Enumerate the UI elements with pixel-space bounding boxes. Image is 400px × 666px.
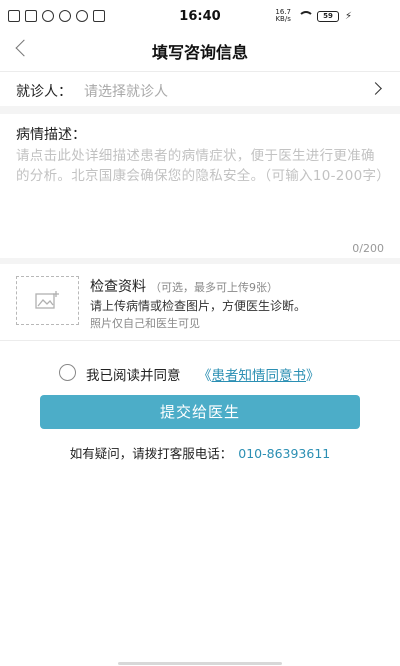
upload-privacy-note: 照片仅自己和医生可见 <box>90 317 200 330</box>
section-separator <box>0 106 400 114</box>
network-speed: 16.7 KB/s <box>275 9 291 23</box>
consent-form-link-text: 患者知情同意书 <box>211 368 307 384</box>
battery-icon: 59 <box>316 10 339 22</box>
nav-header: 填写咨询信息 <box>0 32 400 68</box>
description-input[interactable]: 请点击此处详细描述患者的病情症状，便于医生进行更准确的分析。北京国康会确保您的隐… <box>16 146 390 186</box>
network-speed-unit: KB/s <box>275 15 291 23</box>
header-divider <box>0 71 400 72</box>
submit-button[interactable]: 提交给医生 <box>40 395 360 429</box>
character-counter: 0/200 <box>352 242 384 255</box>
patient-placeholder: 请选择就诊人 <box>84 84 168 100</box>
image-add-icon <box>35 291 59 309</box>
section-divider <box>0 340 400 341</box>
wifi-icon <box>297 11 314 21</box>
consent-form-link[interactable]: 《患者知情同意书》 <box>198 364 320 384</box>
upload-hint: （可选，最多可上传9张） <box>150 281 278 294</box>
charging-icon: ⚡ <box>344 10 352 22</box>
upload-image-button[interactable] <box>16 276 79 325</box>
hotline-number[interactable]: 010-86393611 <box>238 446 330 461</box>
description-label: 病情描述： <box>16 127 86 143</box>
patient-label: 就诊人： <box>16 84 72 100</box>
page-title: 填写咨询信息 <box>151 43 248 62</box>
section-separator <box>0 258 400 264</box>
upload-subtitle: 请上传病情或检查图片，方便医生诊断。 <box>90 299 307 313</box>
home-indicator[interactable] <box>118 662 282 665</box>
link-bracket-open: 《 <box>198 368 212 384</box>
hotline-row: 如有疑问，请拨打客服电话： 010-86393611 <box>0 443 400 462</box>
chevron-right-icon <box>369 82 382 95</box>
patient-selector[interactable]: 就诊人： 请选择就诊人 <box>0 74 400 104</box>
hotline-text: 如有疑问，请拨打客服电话： <box>69 446 233 461</box>
upload-title-text: 检查资料 <box>90 279 146 295</box>
system-icons: 16.7 KB/s 59 ⚡ <box>275 9 352 23</box>
link-bracket-close: 》 <box>306 368 320 384</box>
upload-title: 检查资料 （可选，最多可上传9张） <box>90 276 278 296</box>
agreement-text: 我已阅读并同意 <box>86 368 181 384</box>
agreement-checkbox[interactable] <box>59 364 76 381</box>
status-bar: 16:40 16.7 KB/s 59 ⚡ <box>0 0 400 32</box>
agreement-row: 我已阅读并同意 《患者知情同意书》 <box>0 362 400 384</box>
